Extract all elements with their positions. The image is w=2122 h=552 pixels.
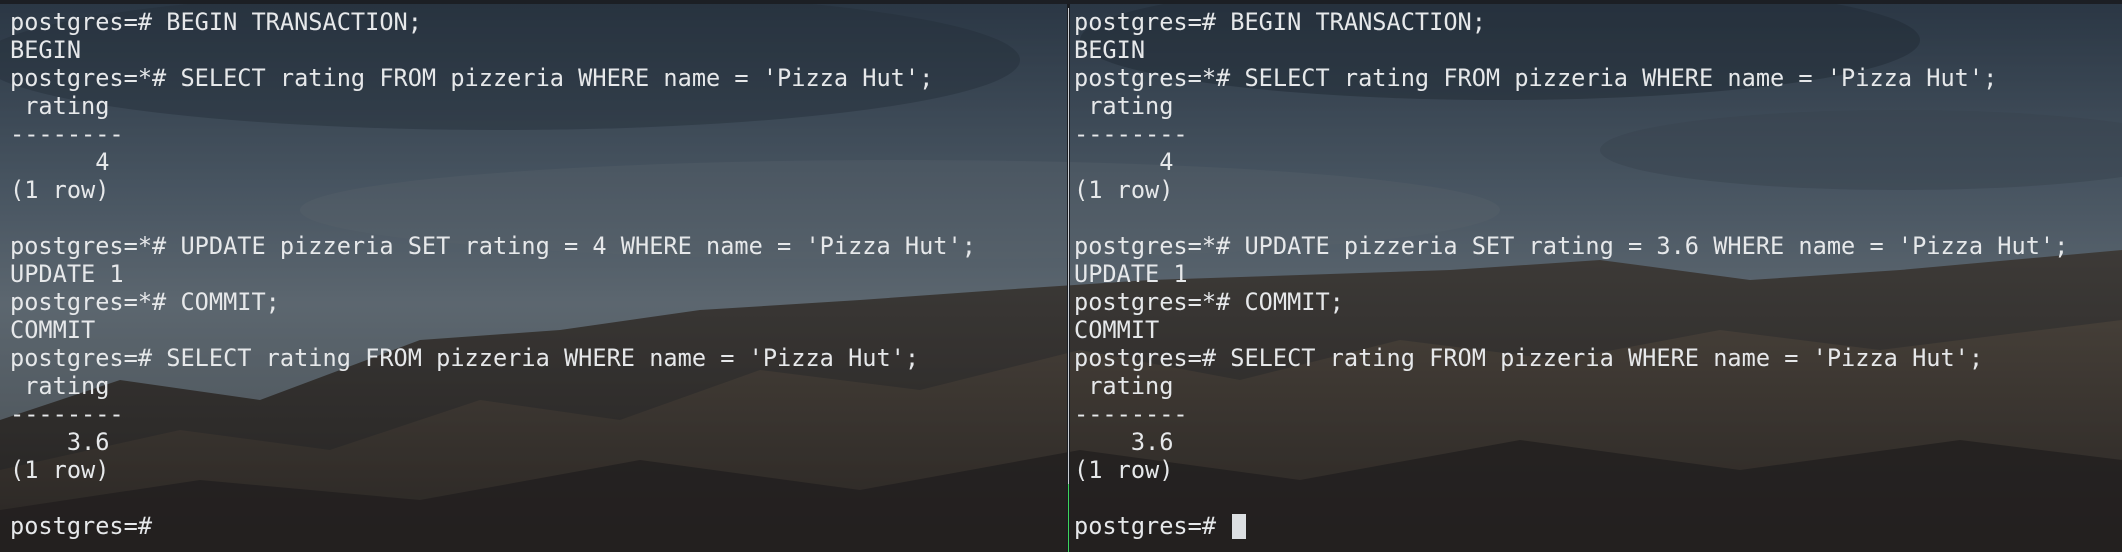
terminal-output-left: postgres=# BEGIN TRANSACTION; BEGIN postgr… (10, 8, 976, 540)
terminal-line: rating (1074, 372, 1174, 400)
terminal-line: (1 row) (10, 176, 110, 204)
terminal-line: postgres=*# SELECT rating FROM pizzeria … (1074, 64, 1998, 92)
pane-divider-line (1068, 8, 1069, 548)
terminal-line: UPDATE 1 (10, 260, 124, 288)
terminal-prompt-line: postgres=# (10, 512, 976, 540)
terminal-line: 3.6 (10, 428, 110, 456)
terminal-output-right: postgres=# BEGIN TRANSACTION; BEGIN postgr… (1074, 8, 2068, 540)
terminal-line: postgres=*# UPDATE pizzeria SET rating =… (10, 232, 976, 260)
terminal-line: -------- (10, 400, 124, 428)
terminal-line: -------- (1074, 120, 1188, 148)
terminal-prompt: postgres=# (1074, 512, 1231, 540)
terminal-line: postgres=# BEGIN TRANSACTION; (1074, 8, 1486, 36)
terminal-line: 4 (10, 148, 110, 176)
terminal-line: -------- (1074, 400, 1188, 428)
terminal-line: (1 row) (1074, 176, 1174, 204)
terminal-line: rating (1074, 92, 1174, 120)
terminal-prompt-line[interactable]: postgres=# (1074, 512, 2068, 540)
terminal-line: rating (10, 372, 110, 400)
terminal-line: 3.6 (1074, 428, 1174, 456)
terminal-line: BEGIN (1074, 36, 1146, 64)
terminal-pane-left[interactable]: postgres=# BEGIN TRANSACTION; BEGIN postgr… (0, 4, 1067, 552)
terminal-line: postgres=*# UPDATE pizzeria SET rating =… (1074, 232, 2069, 260)
text-cursor (1232, 514, 1247, 539)
terminal-line: postgres=*# COMMIT; (10, 288, 280, 316)
terminal-line: postgres=*# COMMIT; (1074, 288, 1344, 316)
terminal-line: rating (10, 92, 110, 120)
terminal-line: UPDATE 1 (1074, 260, 1188, 288)
terminal-line: postgres=*# SELECT rating FROM pizzeria … (10, 64, 934, 92)
terminal-line: COMMIT (1074, 316, 1160, 344)
terminal-line: (1 row) (10, 456, 110, 484)
terminal-pane-right[interactable]: postgres=# BEGIN TRANSACTION; BEGIN postgr… (1070, 4, 2122, 552)
terminal-line: postgres=# BEGIN TRANSACTION; (10, 8, 422, 36)
terminal-line: 4 (1074, 148, 1174, 176)
terminal-prompt: postgres=# (10, 512, 153, 540)
terminal-line: postgres=# SELECT rating FROM pizzeria W… (10, 344, 920, 372)
terminal-line: postgres=# SELECT rating FROM pizzeria W… (1074, 344, 1984, 372)
terminal-line: BEGIN (10, 36, 82, 64)
active-pane-indicator (1068, 484, 1069, 552)
terminal-line: -------- (10, 120, 124, 148)
terminal-line: (1 row) (1074, 456, 1174, 484)
terminal-line: COMMIT (10, 316, 96, 344)
